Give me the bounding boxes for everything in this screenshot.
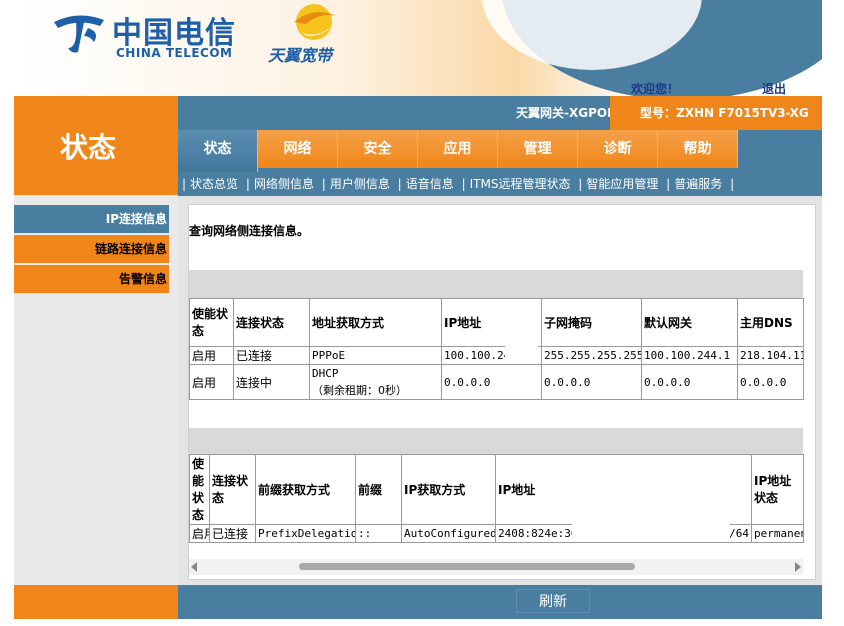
sub-navigation: | 状态总览 | 网络侧信息 | 用户侧信息 | 语音信息 | ITMS远程管理状态 | 智… <box>178 172 822 196</box>
cell-status: 已连接 <box>233 346 310 365</box>
tab-network[interactable]: 网络 <box>258 130 338 168</box>
col-ip-method: IP获取方式 <box>401 454 496 525</box>
col-enable-status: 使能状态 <box>189 298 234 347</box>
intro-text: 查询网络侧连接信息。 <box>189 224 310 238</box>
tab-management[interactable]: 管理 <box>498 130 578 168</box>
cell-dns: 0.0.0.0 <box>737 364 804 400</box>
dhcp-lease-text: （剩余租期：0秒） <box>312 384 407 397</box>
china-telecom-logo-icon <box>54 15 104 53</box>
horizontal-scrollbar[interactable] <box>189 559 803 575</box>
col-connection-status: 连接状态 <box>233 298 310 347</box>
brand-en: CHINA TELECOM <box>116 46 233 60</box>
cell-status: 连接中 <box>233 364 310 400</box>
cell-enable: 启用 <box>189 364 234 400</box>
col-ipv6-address: IP地址 <box>495 454 752 525</box>
subnav-user-info[interactable]: 用户侧信息 <box>330 177 390 191</box>
cell-mask: 255.255.255.255 <box>541 346 642 365</box>
col-prefix: 前缀 <box>355 454 402 525</box>
subnav-voice-info[interactable]: 语音信息 <box>406 177 454 191</box>
redaction-mask <box>572 516 730 542</box>
scroll-right-icon[interactable] <box>795 562 801 572</box>
tianyi-logo-icon <box>294 4 336 40</box>
redaction-mask <box>505 340 538 364</box>
left-menu-alarm[interactable]: 告警信息 <box>14 265 169 293</box>
welcome-text: 欢迎您！ <box>631 82 680 96</box>
left-menu-link-connection[interactable]: 链路连接信息 <box>14 235 169 263</box>
table-row: 启用 连接中 DHCP （剩余租期：0秒） 0.0.0.0 0.0.0.0 0.… <box>189 364 804 400</box>
footer-left <box>14 585 178 619</box>
cell-method-value: DHCP <box>312 367 339 380</box>
col-connection-status: 连接状态 <box>209 454 256 525</box>
cell-gateway: 100.100.244.1 <box>641 346 738 365</box>
ipv4-connection-table: 使能状态 连接状态 地址获取方式 IP地址 子网掩码 默认网关 主用DNS 启用… <box>189 298 804 400</box>
footer-bar <box>178 585 822 619</box>
col-address-method: 地址获取方式 <box>309 298 442 347</box>
model-label: 型号：ZXHN F7015TV3-XG <box>640 106 809 120</box>
side-title: 状态 <box>60 131 117 164</box>
logout-link[interactable]: 退出 <box>762 80 786 97</box>
scroll-thumb[interactable] <box>299 563 635 570</box>
table-row: 启用 已连接 PPPoE 100.100.24 255.255.255.255 … <box>189 346 804 365</box>
cell-status: 已连接 <box>209 524 256 543</box>
cell-gateway: 0.0.0.0 <box>641 364 738 400</box>
cell-ip-method: AutoConfigured <box>401 524 496 543</box>
refresh-button[interactable]: 刷新 <box>516 589 590 613</box>
router-admin-page: 中国电信 CHINA TELECOM 天翼宽带 欢迎您！ 退出 状态 天翼网关-… <box>0 0 844 626</box>
cell-method: PPPoE <box>309 346 442 365</box>
cell-enable: 启用 <box>189 524 210 543</box>
col-subnet-mask: 子网掩码 <box>541 298 642 347</box>
tab-diagnosis[interactable]: 诊断 <box>578 130 658 168</box>
cell-enable: 启用 <box>189 346 234 365</box>
left-menu-ip-connection[interactable]: IP连接信息 <box>14 205 169 233</box>
col-enable-status: 使能状态 <box>189 454 210 525</box>
col-ip-address-state: IP地址状态 <box>751 454 804 525</box>
cell-method: DHCP （剩余租期：0秒） <box>309 364 442 400</box>
col-default-gateway: 默认网关 <box>641 298 738 347</box>
subnav-universal-service[interactable]: 普遍服务 <box>674 177 722 191</box>
cell-ip-state: permanent <box>751 524 804 543</box>
cell-dns: 218.104.111 <box>737 346 804 365</box>
cell-ip: 0.0.0.0 <box>441 364 542 400</box>
tab-status[interactable]: 状态 <box>178 130 258 172</box>
subnav-network-info[interactable]: 网络侧信息 <box>254 177 314 191</box>
cell-prefix: :: <box>355 524 402 543</box>
sub-brand: 天翼宽带 <box>268 46 333 65</box>
ipv4-section-band <box>189 270 803 298</box>
tab-help[interactable]: 帮助 <box>658 130 738 168</box>
gateway-name: 天翼网关-XGPON <box>516 106 618 120</box>
scroll-left-icon[interactable] <box>191 562 197 572</box>
ipv6-address-start: 2408:824e:36 <box>498 527 578 540</box>
subnav-itms-status[interactable]: ITMS远程管理状态 <box>470 177 571 191</box>
cell-mask: 0.0.0.0 <box>541 364 642 400</box>
ipv6-section-band <box>189 428 803 454</box>
tab-application[interactable]: 应用 <box>418 130 498 168</box>
tab-security[interactable]: 安全 <box>338 130 418 168</box>
col-primary-dns: 主用DNS <box>737 298 804 347</box>
subnav-smart-app[interactable]: 智能应用管理 <box>586 177 658 191</box>
subnav-status-overview[interactable]: 状态总览 <box>190 177 238 191</box>
cell-prefix-method: PrefixDelegation <box>255 524 356 543</box>
col-prefix-method: 前缀获取方式 <box>255 454 356 525</box>
